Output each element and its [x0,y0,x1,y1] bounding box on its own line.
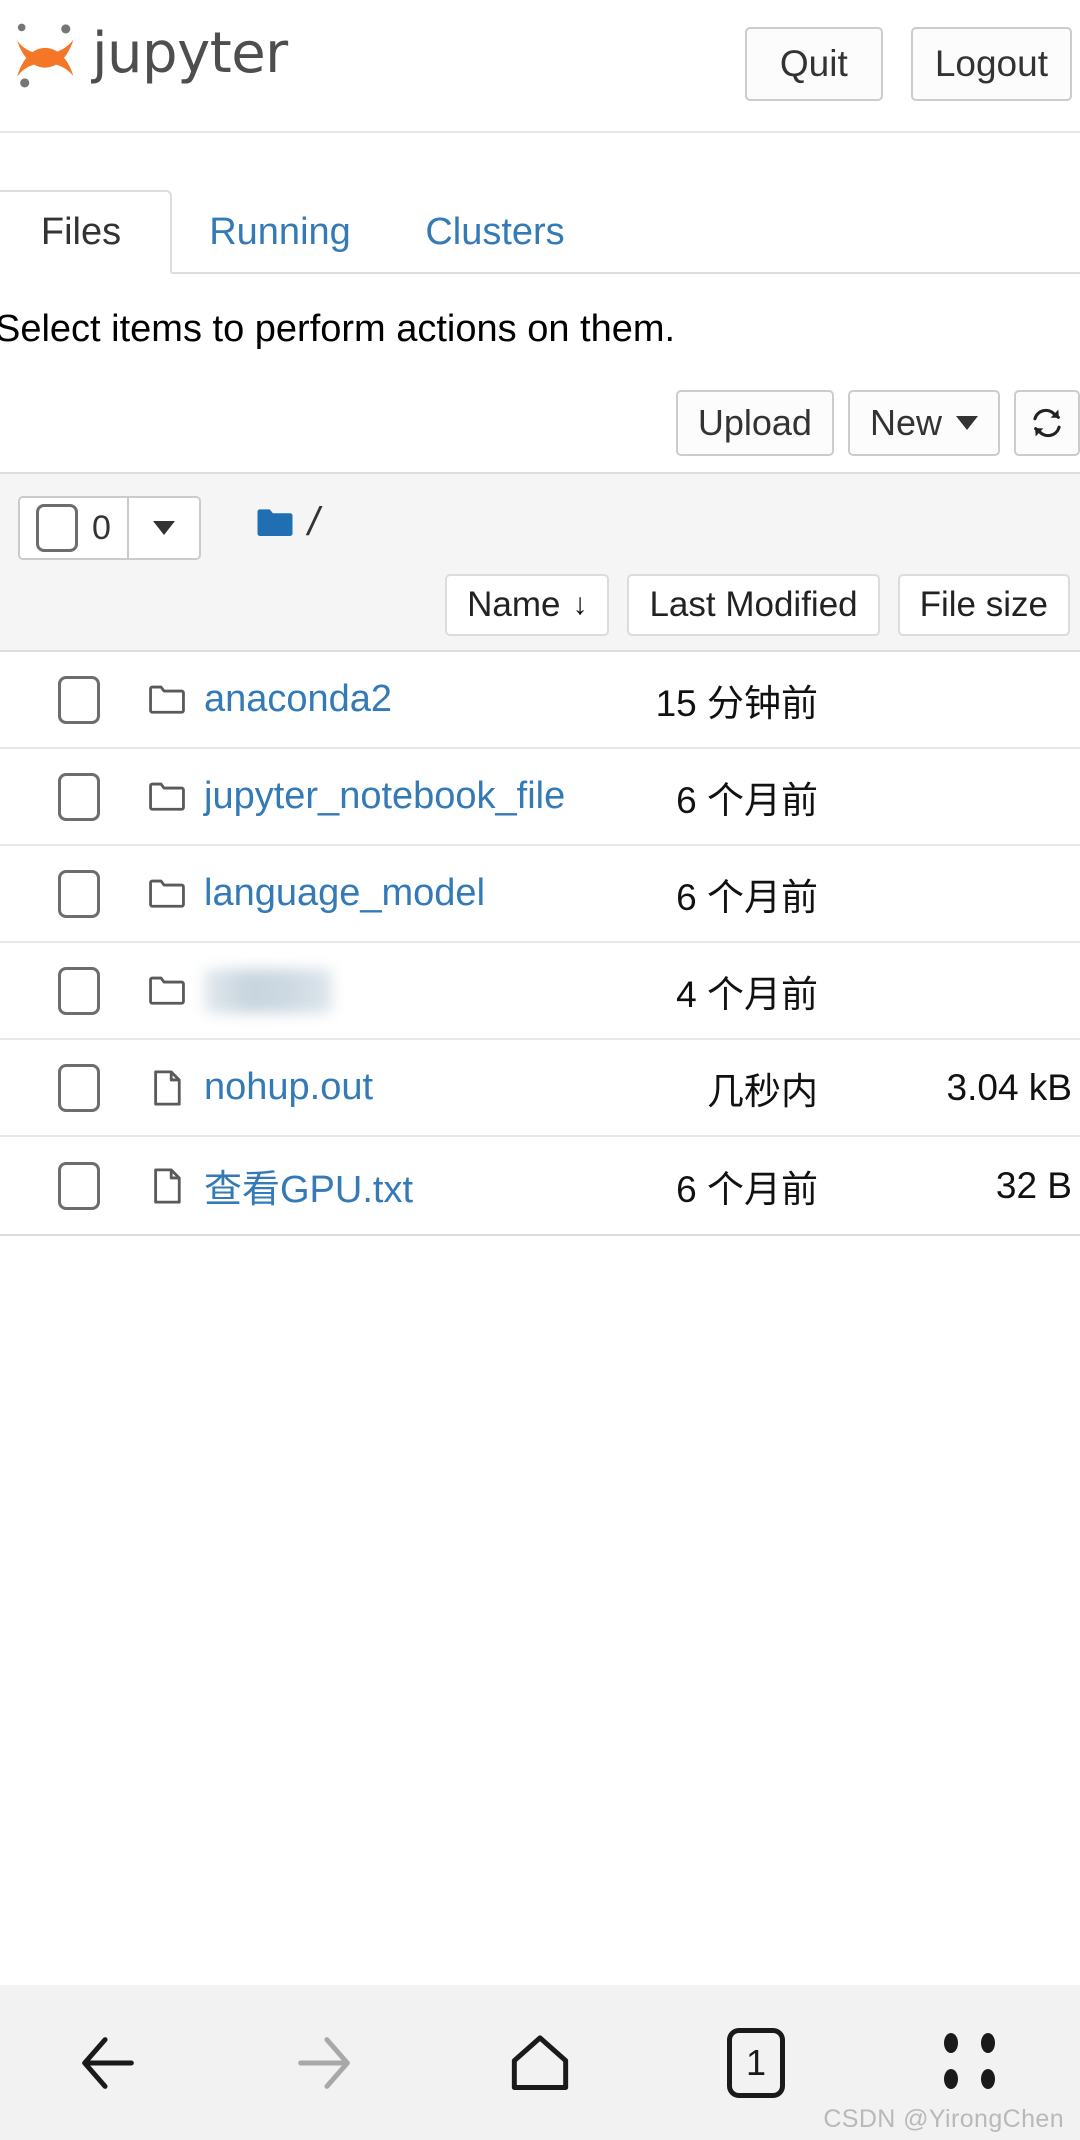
tab-count-button[interactable]: 1 [686,2008,826,2118]
home-button[interactable] [470,2008,610,2118]
column-header-name-label: Name [467,585,561,624]
table-row[interactable]: 查看GPU.txt 6 个月前 32 B [0,1137,1080,1234]
jupyter-file-browser-page: jupyter Quit Logout Files Running Cluste… [0,0,1080,2140]
select-all-group: 0 [18,496,201,560]
quit-button[interactable]: Quit [744,27,883,101]
new-label: New [869,402,942,443]
selected-count: 0 [92,508,111,547]
row-checkbox[interactable] [58,772,100,821]
file-list-toolbar: 0 / Name ↓ Last Modified File size [0,474,1080,652]
row-name-link-redacted[interactable] [204,968,332,1013]
table-row[interactable]: language_model 6 个月前 [0,846,1080,943]
row-checkbox[interactable] [58,1063,100,1112]
sort-desc-arrow-icon: ↓ [572,588,588,621]
row-checkbox[interactable] [58,966,100,1015]
row-last-modified: 6 个月前 [676,779,818,821]
table-row[interactable]: jupyter_notebook_file 6 个月前 [0,749,1080,846]
row-name-link[interactable]: language_model [204,872,485,915]
column-headers: Name ↓ Last Modified File size [445,574,1070,636]
row-file-size: 3.04 kB [946,1066,1072,1108]
file-icon [146,1162,190,1210]
header-actions: Quit Logout [744,27,1072,101]
chevron-down-icon [152,521,175,535]
browser-menu-button[interactable] [902,2008,1042,2118]
row-last-modified: 6 个月前 [676,1168,818,1210]
row-name-link[interactable]: jupyter_notebook_file [204,775,565,818]
tab-running[interactable]: Running [186,190,374,274]
tab-files[interactable]: Files [0,190,172,274]
brand-title: jupyter [92,21,288,86]
folder-outline-icon [146,870,190,918]
table-row[interactable]: nohup.out 几秒内 3.04 kB [0,1040,1080,1137]
row-last-modified: 几秒内 [707,1070,818,1112]
row-name-link[interactable]: 查看GPU.txt [204,1158,413,1213]
forward-button[interactable] [254,2008,394,2118]
file-actions-toolbar: Upload New [675,390,1080,456]
breadcrumb: / [254,500,319,545]
breadcrumb-root[interactable]: / [308,500,319,545]
arrow-right-icon [289,2028,359,2098]
folder-outline-icon [146,676,190,724]
chevron-down-icon [956,416,978,430]
file-icon [146,1064,190,1112]
logout-button[interactable]: Logout [910,27,1072,101]
row-checkbox[interactable] [58,869,100,918]
column-header-last-modified[interactable]: Last Modified [627,574,880,636]
table-row[interactable]: anaconda2 15 分钟前 [0,652,1080,749]
folder-filled-icon[interactable] [254,502,296,544]
row-name-link[interactable]: anaconda2 [204,678,392,721]
refresh-button[interactable] [1014,390,1080,456]
column-header-name[interactable]: Name ↓ [445,574,610,636]
app-header: jupyter Quit Logout [0,0,1080,133]
arrow-left-icon [73,2028,143,2098]
select-items-prompt: Select items to perform actions on them. [0,308,676,350]
file-list-panel: 0 / Name ↓ Last Modified File size anaco… [0,472,1080,1236]
home-icon [505,2028,575,2098]
new-dropdown-button[interactable]: New [847,390,1000,456]
upload-button[interactable]: Upload [675,390,834,456]
refresh-icon [1030,406,1064,440]
table-row[interactable]: 4 个月前 [0,943,1080,1040]
row-last-modified: 4 个月前 [676,973,818,1015]
brand: jupyter [8,16,288,92]
row-name-link[interactable]: nohup.out [204,1066,373,1109]
tab-count-label: 1 [727,2027,785,2098]
more-dots-icon [944,2032,1000,2093]
tab-bar: Files Running Clusters [0,190,1080,274]
column-header-file-size[interactable]: File size [897,574,1070,636]
row-last-modified: 6 个月前 [676,876,818,918]
back-button[interactable] [38,2008,178,2118]
tab-clusters[interactable]: Clusters [400,190,590,274]
jupyter-logo-icon [8,16,84,92]
row-checkbox[interactable] [58,675,100,724]
row-checkbox[interactable] [58,1161,100,1210]
folder-outline-icon [146,773,190,821]
folder-outline-icon [146,967,190,1015]
row-last-modified: 15 分钟前 [655,682,818,724]
select-all-cell[interactable]: 0 [20,498,127,558]
watermark: CSDN @YirongChen [823,2105,1064,2133]
select-menu-button[interactable] [128,498,199,558]
select-all-checkbox[interactable] [36,504,78,552]
row-file-size: 32 B [995,1164,1072,1206]
